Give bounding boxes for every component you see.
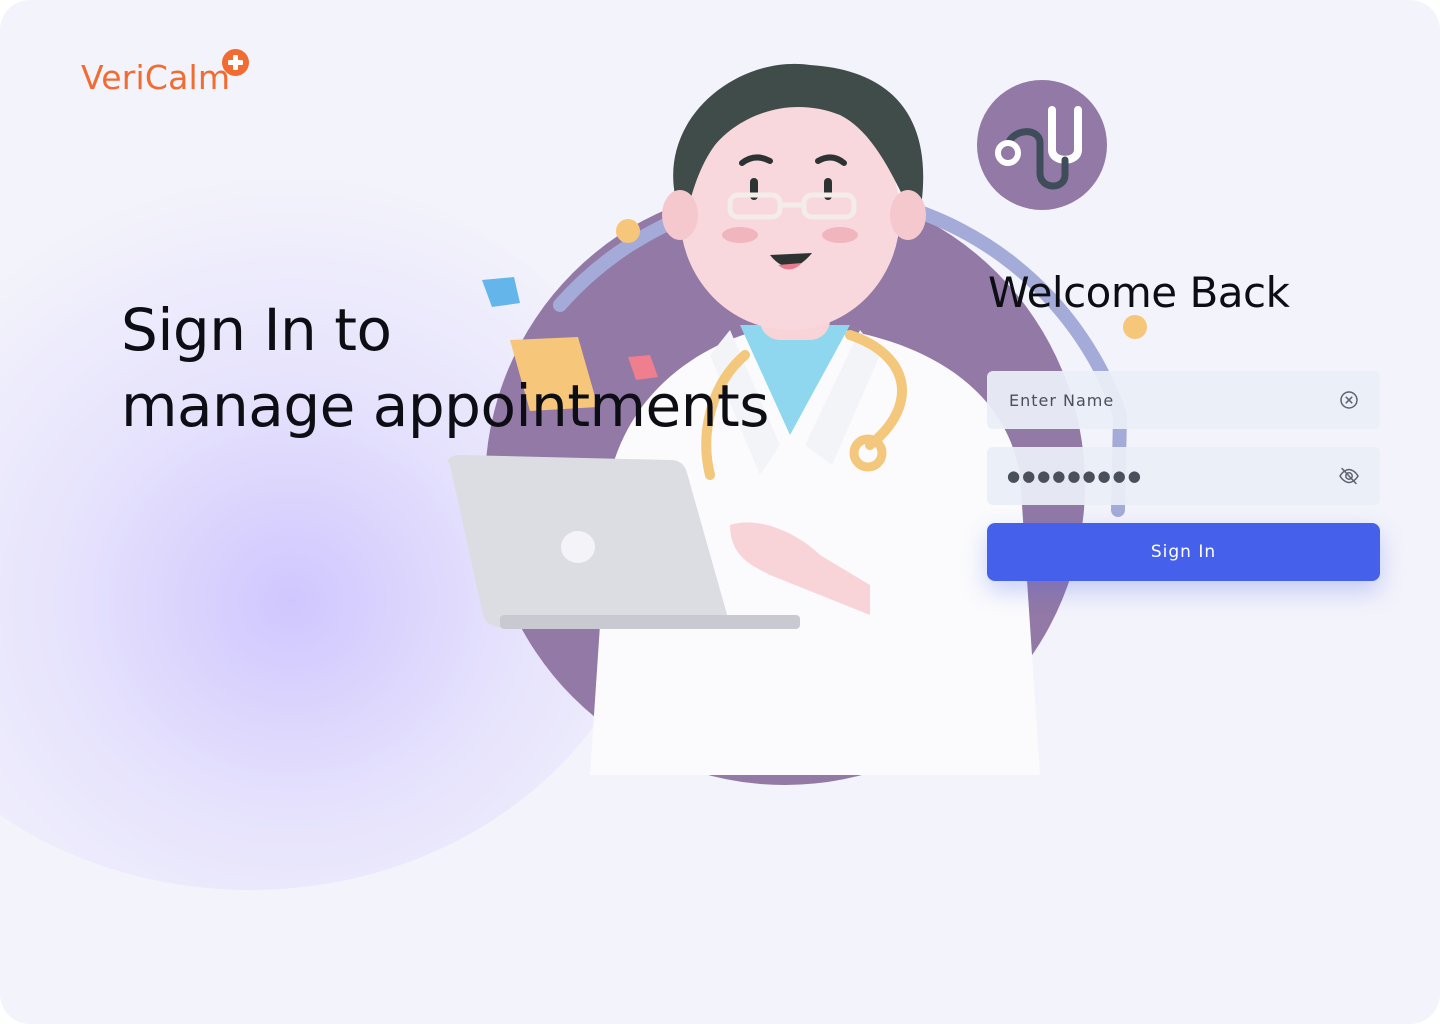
plus-icon [222,49,249,76]
sign-in-button[interactable]: Sign In [987,523,1380,581]
headline-line-2: manage appointments [121,372,769,440]
login-page: VeriCalm Sign In to manage appointments … [0,0,1440,1024]
page-headline: Sign In to manage appointments [121,292,769,444]
form-title: Welcome Back [988,268,1290,317]
headline-line-1: Sign In to [121,296,392,364]
password-input[interactable]: ●●●●●●●●● [1007,467,1338,485]
brand-name: VeriCalm [81,58,231,97]
name-input[interactable] [1007,389,1338,411]
name-field [987,371,1380,429]
password-field[interactable]: ●●●●●●●●● [987,447,1380,505]
eye-off-icon[interactable] [1338,465,1360,487]
clear-circle-icon[interactable] [1338,389,1360,411]
